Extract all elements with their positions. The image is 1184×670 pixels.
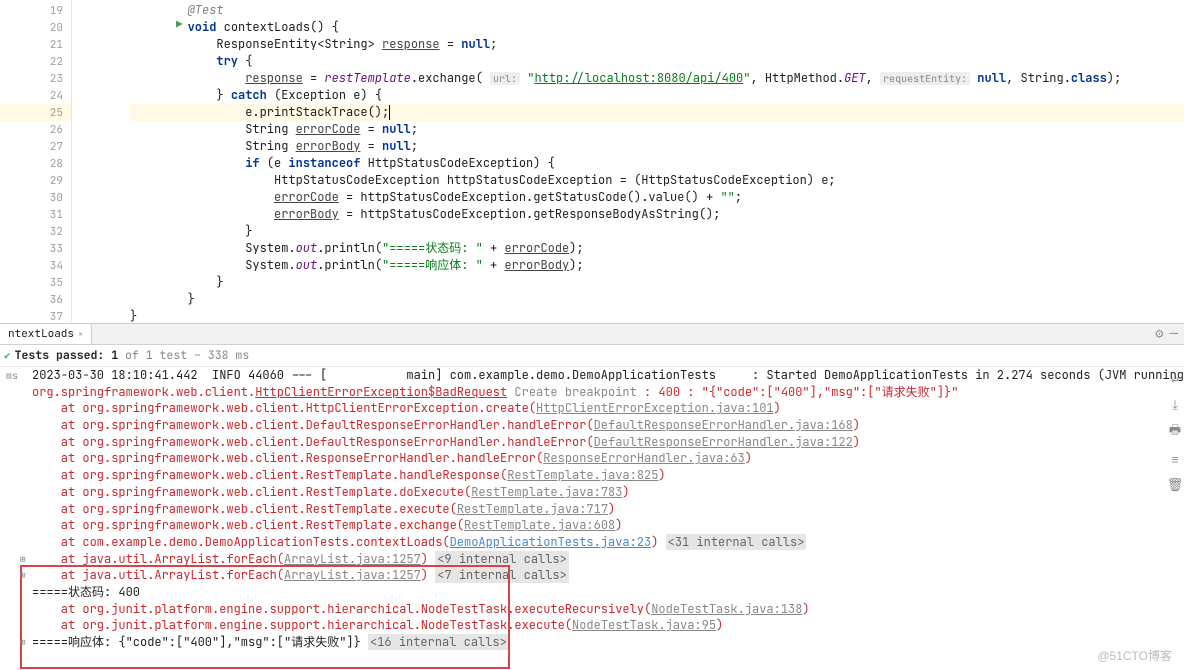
code-line[interactable]: } catch (Exception e) { (130, 87, 1184, 104)
stack-link[interactable]: RestTemplate.java:608 (464, 517, 615, 533)
pass-icon: ✔ (4, 349, 11, 363)
gutter-line: 30 (0, 189, 71, 206)
stack-link[interactable]: ArrayList.java:1257 (284, 567, 421, 583)
run-gutter-icon[interactable]: ▶ (176, 18, 183, 32)
gutter-line: 21 (0, 36, 71, 53)
tab-label: ntextLoads (8, 327, 74, 341)
gutter-line: 28 (0, 155, 71, 172)
code-area[interactable]: ▶ @Test void contextLoads() { ResponseEn… (72, 0, 1184, 323)
console-line: at org.springframework.web.client.RestTe… (0, 501, 1166, 518)
code-line[interactable]: response = restTemplate.exchange( url: "… (130, 70, 1184, 87)
gutter-line: 31 (0, 206, 71, 223)
print-icon[interactable]: 🖶 (1169, 421, 1181, 443)
console-line: at org.springframework.web.client.Respon… (0, 450, 1166, 467)
stack-link[interactable]: DefaultResponseErrorHandler.java:122 (594, 434, 853, 450)
gutter-line: 36 (0, 291, 71, 308)
tool-window-tabs: ntextLoads × ⚙ — (0, 323, 1184, 345)
gutter-line: 19 (0, 2, 71, 19)
tests-passed-label: Tests passed: 1 (15, 348, 119, 363)
stack-link[interactable]: NodeTestTask.java:95 (572, 617, 716, 633)
console-toolbar: ↩ ⤓ 🖶 ≡ 🗑 (1166, 367, 1184, 493)
stack-link[interactable]: ArrayList.java:1257 (284, 551, 421, 567)
code-editor[interactable]: 1920212223242526272829303132333435363738… (0, 0, 1184, 323)
scroll-to-end-icon[interactable]: ⤓ (1172, 396, 1178, 413)
filter-icon[interactable]: ≡ (1171, 451, 1179, 468)
ms-column: ms (0, 367, 18, 382)
stack-link[interactable]: RestTemplate.java:825 (507, 467, 658, 483)
gutter-line: 20 (0, 19, 71, 36)
console-line: at org.junit.platform.engine.support.hie… (0, 601, 1166, 618)
console-line: at org.springframework.web.client.Defaul… (0, 434, 1166, 451)
gutter-line: 29 (0, 172, 71, 189)
code-line[interactable]: HttpStatusCodeException httpStatusCodeEx… (130, 172, 1184, 189)
stack-link[interactable]: NodeTestTask.java:138 (651, 601, 802, 617)
delete-icon[interactable]: 🗑 (1167, 476, 1184, 493)
code-line[interactable]: void contextLoads() { (130, 19, 1184, 36)
tab-contextloads[interactable]: ntextLoads × (0, 324, 92, 344)
expand-icon[interactable]: ⊞ (20, 551, 25, 568)
console-line: ⊞ at java.util.ArrayList.forEach(ArrayLi… (0, 551, 1166, 568)
code-line[interactable]: try { (130, 53, 1184, 70)
stack-link[interactable]: DefaultResponseErrorHandler.java:168 (594, 417, 853, 433)
stack-link[interactable]: RestTemplate.java:783 (471, 484, 622, 500)
gutter-line: 26 (0, 121, 71, 138)
code-line[interactable]: @Test (130, 2, 1184, 19)
tests-detail: of 1 test – 338 ms (118, 348, 249, 363)
soft-wrap-icon[interactable]: ↩ (1171, 371, 1179, 388)
code-line[interactable]: String errorBody = null; (130, 138, 1184, 155)
gutter-line: 34 (0, 257, 71, 274)
gutter-line: 22 (0, 53, 71, 70)
code-line[interactable]: } (130, 291, 1184, 308)
console-line: at org.springframework.web.client.RestTe… (0, 517, 1166, 534)
console-line: at com.example.demo.DemoApplicationTests… (0, 534, 1166, 551)
code-line[interactable]: System.out.println("=====状态码: " + errorC… (130, 240, 1184, 257)
console-line: at org.junit.platform.engine.support.hie… (0, 617, 1166, 634)
console-line: at org.springframework.web.client.RestTe… (0, 484, 1166, 501)
console-line: =====状态码: 400 (0, 584, 1166, 601)
watermark: @51CTO博客 (1097, 647, 1172, 664)
test-status-bar: ✔ Tests passed: 1 of 1 test – 338 ms (0, 345, 1184, 367)
code-line[interactable]: if (e instanceof HttpStatusCodeException… (130, 155, 1184, 172)
gear-icon[interactable]: ⚙ (1155, 325, 1163, 343)
code-line[interactable]: errorCode = httpStatusCodeException.getS… (130, 189, 1184, 206)
gutter: 1920212223242526272829303132333435363738 (0, 0, 72, 323)
console-line: at org.springframework.web.client.RestTe… (0, 467, 1166, 484)
gutter-line: 32 (0, 223, 71, 240)
console-line: org.springframework.web.client.HttpClien… (0, 384, 1166, 401)
code-line[interactable]: System.out.println("=====响应体: " + errorB… (130, 257, 1184, 274)
stack-link[interactable]: RestTemplate.java:717 (457, 501, 608, 517)
console-line: ⊞ at java.util.ArrayList.forEach(ArrayLi… (0, 567, 1166, 584)
stack-link[interactable]: HttpClientErrorException.java:101 (536, 400, 774, 416)
expand-icon[interactable]: ⊞ (20, 634, 25, 651)
console-line: at org.springframework.web.client.HttpCl… (0, 400, 1166, 417)
code-line[interactable]: e.printStackTrace(); (130, 104, 1184, 121)
minimize-icon[interactable]: — (1170, 325, 1178, 343)
gutter-line: 24 (0, 87, 71, 104)
close-icon[interactable]: × (78, 328, 83, 340)
gutter-line: 27 (0, 138, 71, 155)
stack-link[interactable]: ResponseErrorHandler.java:63 (543, 450, 745, 466)
code-line[interactable]: } (130, 223, 1184, 240)
gutter-line: 35 (0, 274, 71, 291)
gutter-line: 23 (0, 70, 71, 87)
code-line[interactable]: ResponseEntity<String> response = null; (130, 36, 1184, 53)
expand-icon[interactable]: ⊞ (20, 567, 25, 584)
stack-link[interactable]: DemoApplicationTests.java:23 (450, 534, 652, 550)
code-line[interactable]: } (130, 274, 1184, 291)
code-line[interactable]: errorBody = httpStatusCodeException.getR… (130, 206, 1184, 223)
console-output[interactable]: ms 2023-03-30 18:10:41.442 INFO 44060 --… (0, 367, 1184, 670)
console-line: 2023-03-30 18:10:41.442 INFO 44060 --- [… (0, 367, 1166, 384)
code-line[interactable]: String errorCode = null; (130, 121, 1184, 138)
gutter-line: 25 (0, 104, 71, 121)
gutter-line: 33 (0, 240, 71, 257)
console-line: ⊞=====响应体: {"code":["400"],"msg":["请求失败"… (0, 634, 1166, 651)
console-line: at org.springframework.web.client.Defaul… (0, 417, 1166, 434)
